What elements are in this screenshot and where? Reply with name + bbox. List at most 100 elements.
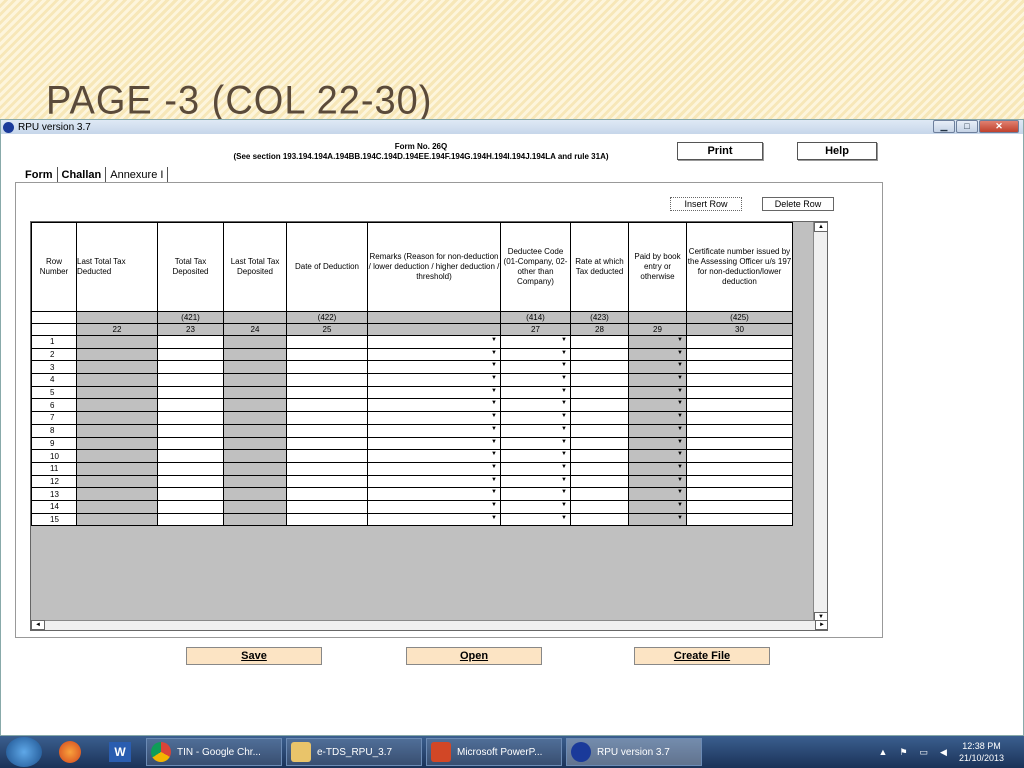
deductee-code-select[interactable] — [500, 373, 571, 387]
date-of-deduction-input[interactable] — [286, 449, 368, 463]
paid-by-book-select[interactable] — [628, 499, 687, 514]
remarks-select[interactable] — [367, 474, 501, 489]
total-tax-deposited-input[interactable] — [157, 449, 224, 463]
clock[interactable]: 12:38 PM 21/10/2013 — [959, 740, 1004, 764]
certificate-number-input[interactable] — [686, 398, 793, 413]
flag-icon[interactable]: ⚑ — [899, 747, 907, 758]
date-of-deduction-input[interactable] — [286, 487, 368, 501]
rate-input[interactable] — [570, 360, 629, 375]
rate-input[interactable] — [570, 461, 629, 476]
remarks-select[interactable] — [367, 423, 501, 438]
paid-by-book-select[interactable] — [628, 436, 687, 451]
date-of-deduction-input[interactable] — [286, 360, 368, 375]
remarks-select[interactable] — [367, 335, 501, 349]
help-button[interactable]: Help — [797, 142, 877, 160]
date-of-deduction-input[interactable] — [286, 512, 368, 527]
paid-by-book-select[interactable] — [628, 461, 687, 476]
start-button[interactable] — [6, 737, 42, 767]
total-tax-deposited-input[interactable] — [157, 360, 224, 375]
deductee-code-select[interactable] — [500, 411, 571, 425]
certificate-number-input[interactable] — [686, 385, 793, 400]
word-icon[interactable]: W — [98, 738, 142, 766]
remarks-select[interactable] — [367, 347, 501, 362]
paid-by-book-select[interactable] — [628, 360, 687, 375]
total-tax-deposited-input[interactable] — [157, 411, 224, 425]
save-button[interactable]: Save — [186, 647, 322, 665]
total-tax-deposited-input[interactable] — [157, 461, 224, 476]
remarks-select[interactable] — [367, 449, 501, 463]
deductee-code-select[interactable] — [500, 449, 571, 463]
paid-by-book-select[interactable] — [628, 512, 687, 527]
deductee-code-select[interactable] — [500, 474, 571, 489]
minimize-button[interactable]: ▁ — [933, 120, 955, 133]
deductee-code-select[interactable] — [500, 487, 571, 501]
total-tax-deposited-input[interactable] — [157, 423, 224, 438]
date-of-deduction-input[interactable] — [286, 335, 368, 349]
insert-row-button[interactable]: Insert Row — [670, 197, 742, 211]
rate-input[interactable] — [570, 423, 629, 438]
paid-by-book-select[interactable] — [628, 449, 687, 463]
rate-input[interactable] — [570, 487, 629, 501]
certificate-number-input[interactable] — [686, 347, 793, 362]
paid-by-book-select[interactable] — [628, 474, 687, 489]
date-of-deduction-input[interactable] — [286, 385, 368, 400]
print-button[interactable]: Print — [677, 142, 763, 160]
vertical-scrollbar[interactable]: ▲ ▼ — [813, 222, 827, 622]
deductee-code-select[interactable] — [500, 512, 571, 527]
certificate-number-input[interactable] — [686, 423, 793, 438]
remarks-select[interactable] — [367, 436, 501, 451]
close-button[interactable]: ✕ — [979, 120, 1019, 133]
remarks-select[interactable] — [367, 487, 501, 501]
paid-by-book-select[interactable] — [628, 373, 687, 387]
paid-by-book-select[interactable] — [628, 398, 687, 413]
volume-icon[interactable]: ◀ — [940, 747, 947, 758]
tab-annexure[interactable]: Annexure I — [106, 167, 169, 183]
rate-input[interactable] — [570, 385, 629, 400]
rate-input[interactable] — [570, 499, 629, 514]
create-file-button[interactable]: Create File — [634, 647, 770, 665]
maximize-button[interactable]: □ — [956, 120, 978, 133]
certificate-number-input[interactable] — [686, 436, 793, 451]
open-button[interactable]: Open — [406, 647, 542, 665]
rate-input[interactable] — [570, 411, 629, 425]
certificate-number-input[interactable] — [686, 487, 793, 501]
total-tax-deposited-input[interactable] — [157, 436, 224, 451]
rate-input[interactable] — [570, 347, 629, 362]
deductee-code-select[interactable] — [500, 499, 571, 514]
tray-expand-icon[interactable]: ▲ — [879, 747, 888, 757]
deductee-code-select[interactable] — [500, 436, 571, 451]
rate-input[interactable] — [570, 373, 629, 387]
paid-by-book-select[interactable] — [628, 385, 687, 400]
paid-by-book-select[interactable] — [628, 335, 687, 349]
total-tax-deposited-input[interactable] — [157, 347, 224, 362]
deductee-code-select[interactable] — [500, 347, 571, 362]
remarks-select[interactable] — [367, 499, 501, 514]
certificate-number-input[interactable] — [686, 461, 793, 476]
total-tax-deposited-input[interactable] — [157, 398, 224, 413]
total-tax-deposited-input[interactable] — [157, 512, 224, 527]
deductee-code-select[interactable] — [500, 360, 571, 375]
taskbar-item-folder[interactable]: e-TDS_RPU_3.7 — [286, 738, 422, 766]
horizontal-scrollbar[interactable]: ◄ ► — [31, 620, 827, 630]
deductee-code-select[interactable] — [500, 385, 571, 400]
certificate-number-input[interactable] — [686, 499, 793, 514]
rate-input[interactable] — [570, 449, 629, 463]
date-of-deduction-input[interactable] — [286, 436, 368, 451]
remarks-select[interactable] — [367, 461, 501, 476]
total-tax-deposited-input[interactable] — [157, 499, 224, 514]
certificate-number-input[interactable] — [686, 512, 793, 527]
scroll-up-icon[interactable]: ▲ — [814, 222, 827, 232]
date-of-deduction-input[interactable] — [286, 398, 368, 413]
paid-by-book-select[interactable] — [628, 487, 687, 501]
firefox-icon[interactable] — [48, 738, 92, 766]
certificate-number-input[interactable] — [686, 335, 793, 349]
rate-input[interactable] — [570, 335, 629, 349]
network-icon[interactable]: ▭ — [920, 747, 929, 758]
deductee-code-select[interactable] — [500, 398, 571, 413]
date-of-deduction-input[interactable] — [286, 474, 368, 489]
delete-row-button[interactable]: Delete Row — [762, 197, 834, 211]
date-of-deduction-input[interactable] — [286, 461, 368, 476]
taskbar-item-powerpoint[interactable]: Microsoft PowerP... — [426, 738, 562, 766]
scroll-left-icon[interactable]: ◄ — [31, 620, 45, 630]
window-titlebar[interactable]: RPU version 3.7 ▁ □ ✕ — [1, 120, 1023, 134]
